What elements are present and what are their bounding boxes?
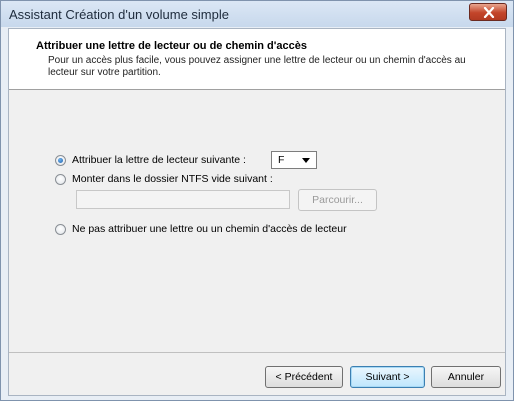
mount-folder-option[interactable]: Monter dans le dossier NTFS vide suivant… (55, 173, 273, 185)
no-letter-option[interactable]: Ne pas attribuer une lettre ou un chemin… (55, 223, 347, 235)
chevron-down-icon (302, 158, 310, 163)
mount-folder-radio[interactable] (55, 173, 66, 185)
cancel-button[interactable]: Annuler (431, 366, 501, 388)
assign-letter-label: Attribuer la lettre de lecteur suivante … (72, 154, 246, 166)
no-letter-label: Ne pas attribuer une lettre ou un chemin… (72, 223, 347, 235)
folder-path-input[interactable] (76, 190, 290, 209)
assign-letter-option[interactable]: Attribuer la lettre de lecteur suivante … (55, 154, 246, 166)
footer-divider (9, 352, 505, 353)
page-description: Pour un accès plus facile, vous pouvez a… (48, 55, 466, 78)
title-bar[interactable]: Assistant Création d'un volume simple (1, 1, 513, 27)
wizard-dialog: Assistant Création d'un volume simple At… (0, 0, 514, 401)
wizard-client-area: Attribuer une lettre de lecteur ou de ch… (8, 28, 506, 396)
page-title: Attribuer une lettre de lecteur ou de ch… (36, 40, 307, 52)
wizard-header: Attribuer une lettre de lecteur ou de ch… (9, 29, 505, 90)
next-button[interactable]: Suivant > (350, 366, 425, 388)
drive-letter-value: F (278, 154, 285, 166)
wizard-body: Attribuer la lettre de lecteur suivante … (9, 90, 505, 352)
window-title: Assistant Création d'un volume simple (9, 7, 229, 22)
assign-letter-radio[interactable] (55, 154, 66, 166)
drive-letter-select[interactable]: F (271, 151, 317, 169)
browse-button[interactable]: Parcourir... (298, 189, 377, 211)
close-button[interactable] (469, 3, 507, 21)
mount-folder-label: Monter dans le dossier NTFS vide suivant… (72, 173, 273, 185)
no-letter-radio[interactable] (55, 223, 66, 235)
close-icon (483, 7, 495, 18)
back-button[interactable]: < Précédent (265, 366, 343, 388)
